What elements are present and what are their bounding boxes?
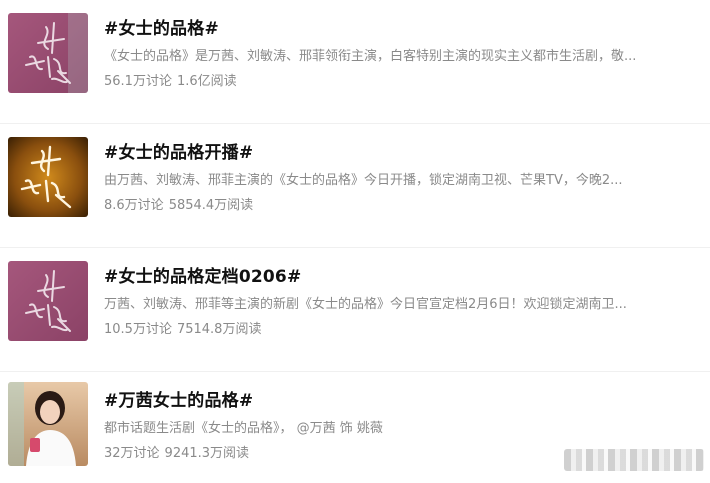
calligraphy-poster-image xyxy=(8,13,88,93)
topic-item[interactable]: #女士的品格定档0206# 万茜、刘敏涛、邢菲等主演的新剧《女士的品格》今日官宣… xyxy=(0,248,710,372)
topic-thumbnail[interactable] xyxy=(8,382,88,466)
discussion-count: 10.5万讨论 xyxy=(104,322,172,337)
topic-stats: 10.5万讨论 7514.8万阅读 xyxy=(104,318,261,337)
topic-stats: 56.1万讨论 1.6亿阅读 xyxy=(104,70,237,89)
topic-item[interactable]: #女士的品格开播# 由万茜、刘敏涛、邢菲主演的《女士的品格》今日开播，锁定湖南卫… xyxy=(0,124,710,248)
calligraphy-poster-image xyxy=(8,137,88,217)
topic-description: 万茜、刘敏涛、邢菲等主演的新剧《女士的品格》今日官宣定档2月6日！欢迎锁定湖南卫… xyxy=(104,297,627,312)
topic-description: 都市话题生活剧《女士的品格》， @万茜 饰 姚薇 xyxy=(104,421,383,436)
calligraphy-poster-image xyxy=(8,261,88,341)
read-count: 1.6亿阅读 xyxy=(176,74,237,89)
topic-thumbnail[interactable] xyxy=(8,261,88,341)
topic-thumbnail[interactable] xyxy=(8,13,88,93)
topic-item[interactable]: #万茜女士的品格# 都市话题生活剧《女士的品格》， @万茜 饰 姚薇 32万讨论… xyxy=(0,372,710,483)
blurred-watermark xyxy=(564,449,704,471)
topic-thumbnail[interactable] xyxy=(8,137,88,217)
topic-title[interactable]: #女士的品格定档0206# xyxy=(104,262,301,287)
read-count: 7514.8万阅读 xyxy=(176,322,262,337)
topic-title[interactable]: #女士的品格开播# xyxy=(104,138,253,163)
topic-stats: 32万讨论 9241.3万阅读 xyxy=(104,442,249,461)
discussion-count: 8.6万讨论 xyxy=(104,198,164,213)
read-count: 5854.4万阅读 xyxy=(168,198,254,213)
read-count: 9241.3万阅读 xyxy=(164,446,250,461)
topic-title[interactable]: #女士的品格# xyxy=(104,14,219,39)
topic-item[interactable]: #女士的品格# 《女士的品格》是万茜、刘敏涛、邢菲领衔主演，白客特别主演的现实主… xyxy=(0,0,710,124)
portrait-photo-image xyxy=(8,382,88,466)
topic-list: #女士的品格# 《女士的品格》是万茜、刘敏涛、邢菲领衔主演，白客特别主演的现实主… xyxy=(0,0,710,483)
topic-description: 由万茜、刘敏涛、邢菲主演的《女士的品格》今日开播，锁定湖南卫视、芒果TV，今晚2… xyxy=(104,173,623,188)
topic-description: 《女士的品格》是万茜、刘敏涛、邢菲领衔主演，白客特别主演的现实主义都市生活剧，敬… xyxy=(104,49,637,64)
discussion-count: 32万讨论 xyxy=(104,446,160,461)
topic-stats: 8.6万讨论 5854.4万阅读 xyxy=(104,194,253,213)
discussion-count: 56.1万讨论 xyxy=(104,74,172,89)
topic-title[interactable]: #万茜女士的品格# xyxy=(104,386,253,411)
